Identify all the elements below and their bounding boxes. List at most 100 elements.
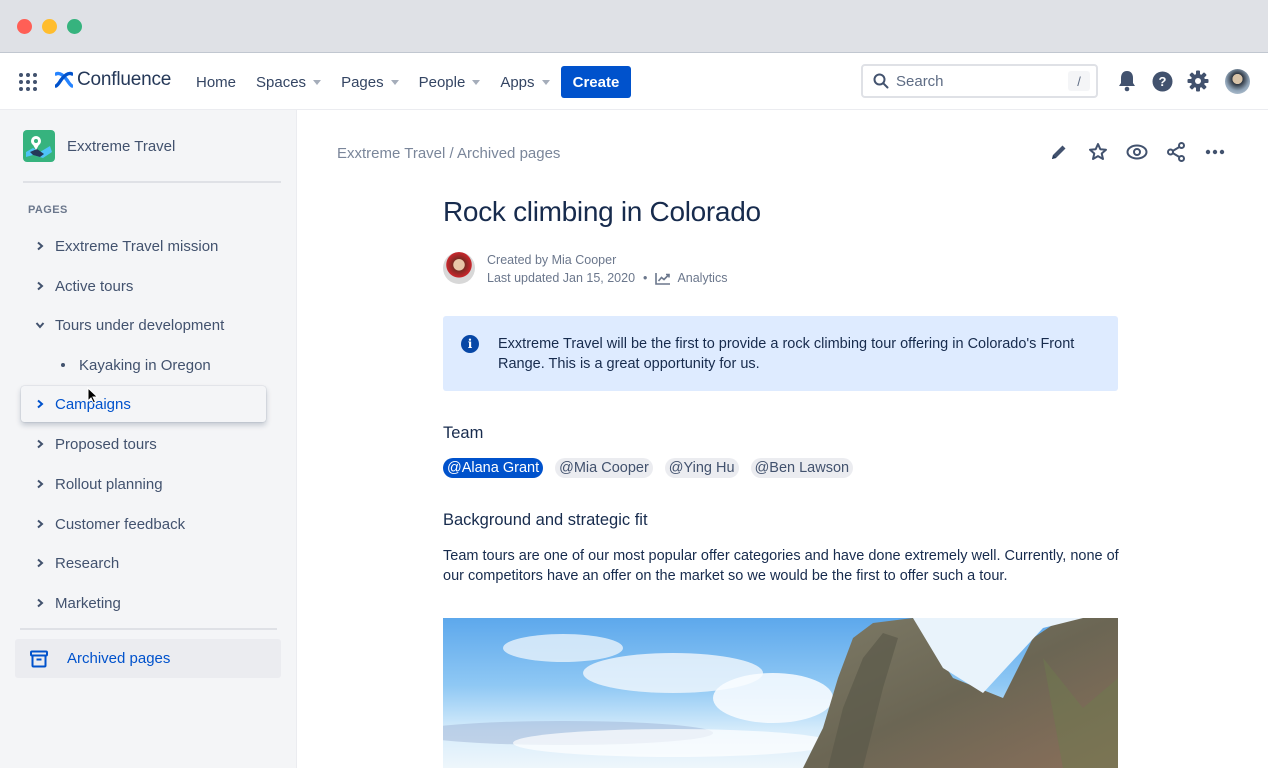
team-heading: Team bbox=[443, 424, 484, 442]
archived-pages-label: Archived pages bbox=[67, 650, 171, 667]
bullet-icon bbox=[61, 363, 65, 367]
notifications-icon[interactable] bbox=[1115, 69, 1139, 93]
tree-item-label: Research bbox=[55, 554, 120, 572]
background-paragraph: Team tours are one of our most popular o… bbox=[443, 548, 1119, 584]
team-mentions: @Alana Grant @Mia Cooper @Ying Hu @Ben L… bbox=[443, 458, 854, 478]
nav-people[interactable]: People bbox=[419, 74, 481, 91]
mouse-cursor-icon bbox=[87, 387, 99, 404]
svg-text:?: ? bbox=[1158, 74, 1166, 89]
confluence-logo[interactable]: Confluence bbox=[55, 69, 171, 91]
sidebar-divider bbox=[20, 628, 277, 630]
nav-spaces-label: Spaces bbox=[256, 73, 307, 91]
nav-people-label: People bbox=[418, 73, 466, 91]
chevron-right-icon[interactable] bbox=[34, 240, 46, 252]
last-updated: Last updated Jan 15, 2020 bbox=[487, 271, 636, 285]
mention-mia-cooper[interactable]: @Mia Cooper bbox=[555, 458, 653, 478]
search-icon bbox=[873, 73, 889, 89]
tree-item-label: Customer feedback bbox=[55, 515, 186, 533]
chevron-right-icon[interactable] bbox=[34, 280, 46, 292]
watch-icon[interactable] bbox=[1126, 141, 1148, 163]
space-name[interactable]: Exxtreme Travel bbox=[67, 138, 175, 155]
nav-spaces[interactable]: Spaces bbox=[256, 73, 322, 91]
tree-item-label: Tours under development bbox=[55, 316, 225, 334]
pages-section-heading: PAGES bbox=[28, 204, 68, 216]
space-avatar[interactable] bbox=[23, 130, 55, 162]
background-heading: Background and strategic fit bbox=[443, 511, 648, 529]
tree-item-label: Kayaking in Oregon bbox=[79, 356, 211, 374]
page-meta: Last updated Jan 15, 2020 • Analytics bbox=[487, 271, 727, 285]
chevron-down-icon[interactable] bbox=[34, 319, 46, 331]
breadcrumb[interactable]: Exxtreme Travel / Archived pages bbox=[337, 145, 560, 162]
more-icon[interactable] bbox=[1204, 141, 1226, 163]
info-panel-text: Exxtreme Travel will be the first to pro… bbox=[498, 336, 1075, 372]
tree-item-tours-under-development[interactable]: Tours under development bbox=[0, 307, 297, 343]
tree-item-customer-feedback[interactable]: Customer feedback bbox=[0, 506, 297, 542]
author-avatar[interactable] bbox=[443, 252, 475, 284]
primary-nav: Home Spaces Pages People Apps bbox=[196, 54, 570, 110]
page-title: Rock climbing in Colorado bbox=[443, 196, 761, 227]
tree-item-label: Exxtreme Travel mission bbox=[55, 237, 219, 255]
star-icon[interactable] bbox=[1087, 141, 1109, 163]
sidebar: Exxtreme Travel PAGES Exxtreme Travel mi… bbox=[0, 110, 297, 768]
profile-avatar[interactable] bbox=[1225, 69, 1250, 94]
mention-ying-hu[interactable]: @Ying Hu bbox=[664, 458, 739, 478]
mention-ben-lawson[interactable]: @Ben Lawson bbox=[750, 458, 854, 478]
caret-down-icon bbox=[313, 79, 322, 85]
confluence-logo-icon bbox=[55, 71, 73, 88]
chevron-right-icon[interactable] bbox=[34, 557, 46, 569]
window-close-button[interactable] bbox=[17, 19, 32, 34]
archive-icon bbox=[30, 650, 48, 667]
share-icon[interactable] bbox=[1165, 141, 1187, 163]
meta-separator: • bbox=[643, 271, 648, 285]
tree-item-rollout-planning[interactable]: Rollout planning bbox=[0, 466, 297, 502]
info-icon: i bbox=[461, 335, 479, 353]
chevron-right-icon[interactable] bbox=[34, 398, 46, 410]
nav-pages[interactable]: Pages bbox=[341, 74, 399, 91]
help-icon[interactable]: ? bbox=[1150, 69, 1174, 93]
search-box[interactable]: / bbox=[861, 64, 1098, 98]
tree-item-active-tours[interactable]: Active tours bbox=[0, 268, 297, 304]
tree-item-marketing[interactable]: Marketing bbox=[0, 585, 297, 621]
chevron-right-icon[interactable] bbox=[34, 438, 46, 450]
nav-pages-label: Pages bbox=[341, 73, 384, 91]
tree-item-exxtreme-travel-mission[interactable]: Exxtreme Travel mission bbox=[0, 228, 297, 264]
edit-icon[interactable] bbox=[1048, 141, 1070, 163]
tree-item-label: Rollout planning bbox=[55, 475, 163, 493]
analytics-icon bbox=[655, 272, 671, 285]
search-shortcut-hint: / bbox=[1068, 71, 1090, 91]
chevron-right-icon[interactable] bbox=[34, 478, 46, 490]
top-navigation: Confluence Home Spaces Pages People Apps… bbox=[0, 54, 1268, 110]
nav-apps[interactable]: Apps bbox=[500, 73, 550, 91]
nav-apps-label: Apps bbox=[500, 73, 535, 91]
tree-item-research[interactable]: Research bbox=[0, 545, 297, 581]
tree-item-label: Proposed tours bbox=[55, 435, 157, 453]
mention-alana-grant[interactable]: @Alana Grant bbox=[443, 458, 544, 478]
chevron-right-icon[interactable] bbox=[34, 597, 46, 609]
nav-home[interactable]: Home bbox=[196, 74, 236, 91]
space-map-icon bbox=[26, 136, 52, 158]
tree-item-label: Marketing bbox=[55, 594, 121, 612]
rock-climbing-photo bbox=[443, 618, 1118, 768]
analytics-label: Analytics bbox=[677, 271, 728, 285]
chevron-right-icon[interactable] bbox=[34, 518, 46, 530]
nav-home-label: Home bbox=[196, 73, 237, 91]
tree-item-proposed-tours[interactable]: Proposed tours bbox=[0, 426, 297, 462]
search-input[interactable] bbox=[896, 72, 1056, 90]
page-actions bbox=[1048, 141, 1226, 163]
caret-down-icon bbox=[541, 79, 550, 85]
window-titlebar bbox=[0, 0, 1268, 53]
info-panel: i Exxtreme Travel will be the first to p… bbox=[443, 316, 1118, 391]
app-name: Confluence bbox=[77, 69, 172, 90]
tree-item-label: Active tours bbox=[55, 277, 134, 295]
window-minimize-button[interactable] bbox=[42, 19, 57, 34]
photo-scene bbox=[443, 618, 1118, 768]
tree-item-campaigns[interactable]: Campaigns bbox=[21, 386, 266, 422]
app-switcher-icon[interactable] bbox=[19, 73, 37, 91]
caret-down-icon bbox=[390, 79, 399, 85]
settings-icon[interactable] bbox=[1186, 69, 1210, 93]
create-button[interactable]: Create bbox=[561, 66, 631, 98]
archived-pages-link[interactable]: Archived pages bbox=[15, 639, 281, 678]
tree-item-kayaking-in-oregon[interactable]: Kayaking in Oregon bbox=[0, 347, 297, 383]
analytics-link[interactable]: Analytics bbox=[655, 271, 727, 285]
window-maximize-button[interactable] bbox=[67, 19, 82, 34]
